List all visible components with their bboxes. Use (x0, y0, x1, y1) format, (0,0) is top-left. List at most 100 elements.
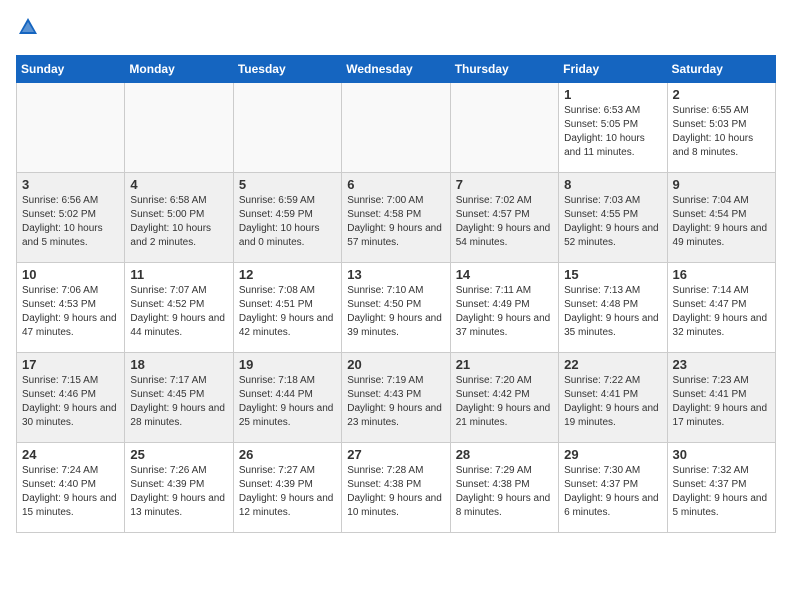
day-info: Sunrise: 7:19 AM Sunset: 4:43 PM Dayligh… (347, 374, 444, 430)
day-number: 28 (456, 447, 553, 462)
day-cell: 3 Sunrise: 6:56 AM Sunset: 5:02 PM Daylig… (17, 172, 125, 262)
day-cell (233, 82, 341, 172)
weekday-header: Thursday (450, 55, 558, 82)
day-info: Sunrise: 7:18 AM Sunset: 4:44 PM Dayligh… (239, 374, 336, 430)
day-number: 13 (347, 267, 444, 282)
day-info: Sunrise: 7:10 AM Sunset: 4:50 PM Dayligh… (347, 284, 444, 340)
day-info: Sunrise: 6:59 AM Sunset: 4:59 PM Dayligh… (239, 194, 336, 250)
day-info: Sunrise: 6:58 AM Sunset: 5:00 PM Dayligh… (130, 194, 227, 250)
day-cell: 6Sunrise: 7:00 AM Sunset: 4:58 PM Daylig… (342, 172, 450, 262)
day-info: Sunrise: 7:23 AM Sunset: 4:41 PM Dayligh… (673, 374, 770, 430)
day-cell: 11 Sunrise: 7:07 AM Sunset: 4:52 PM Dayli… (125, 262, 233, 352)
day-cell: 7 Sunrise: 7:02 AM Sunset: 4:57 PM Daylig… (450, 172, 558, 262)
day-cell: 21Sunrise: 7:20 AM Sunset: 4:42 PM Dayli… (450, 352, 558, 442)
day-cell: 20 Sunrise: 7:19 AM Sunset: 4:43 PM Dayli… (342, 352, 450, 442)
day-info: Sunrise: 7:17 AM Sunset: 4:45 PM Dayligh… (130, 374, 227, 430)
day-number: 27 (347, 447, 444, 462)
day-number: 26 (239, 447, 336, 462)
day-cell: 8Sunrise: 7:03 AM Sunset: 4:55 PM Daylig… (559, 172, 667, 262)
week-row: 1 Sunrise: 6:53 AM Sunset: 5:05 PM Daylig… (17, 82, 776, 172)
day-number: 3 (22, 177, 119, 192)
day-info: Sunrise: 7:26 AM Sunset: 4:39 PM Dayligh… (130, 464, 227, 520)
day-info: Sunrise: 7:07 AM Sunset: 4:52 PM Dayligh… (130, 284, 227, 340)
day-number: 20 (347, 357, 444, 372)
day-number: 7 (456, 177, 553, 192)
day-info: Sunrise: 7:15 AM Sunset: 4:46 PM Dayligh… (22, 374, 119, 430)
day-cell (17, 82, 125, 172)
day-number: 11 (130, 267, 227, 282)
day-number: 19 (239, 357, 336, 372)
day-cell: 28 Sunrise: 7:29 AM Sunset: 4:38 PM Dayli… (450, 442, 558, 532)
day-cell: 24Sunrise: 7:24 AM Sunset: 4:40 PM Dayli… (17, 442, 125, 532)
day-info: Sunrise: 7:13 AM Sunset: 4:48 PM Dayligh… (564, 284, 661, 340)
week-row: 24Sunrise: 7:24 AM Sunset: 4:40 PM Dayli… (17, 442, 776, 532)
week-row: 3 Sunrise: 6:56 AM Sunset: 5:02 PM Daylig… (17, 172, 776, 262)
day-cell: 5 Sunrise: 6:59 AM Sunset: 4:59 PM Daylig… (233, 172, 341, 262)
week-row: 10 Sunrise: 7:06 AM Sunset: 4:53 PM Dayli… (17, 262, 776, 352)
day-info: Sunrise: 6:53 AM Sunset: 5:05 PM Dayligh… (564, 104, 661, 160)
day-cell: 18 Sunrise: 7:17 AM Sunset: 4:45 PM Dayli… (125, 352, 233, 442)
day-info: Sunrise: 7:24 AM Sunset: 4:40 PM Dayligh… (22, 464, 119, 520)
day-info: Sunrise: 7:14 AM Sunset: 4:47 PM Dayligh… (673, 284, 770, 340)
day-cell: 15Sunrise: 7:13 AM Sunset: 4:48 PM Dayli… (559, 262, 667, 352)
day-number: 8 (564, 177, 661, 192)
day-cell: 23 Sunrise: 7:23 AM Sunset: 4:41 PM Dayli… (667, 352, 775, 442)
day-cell: 1 Sunrise: 6:53 AM Sunset: 5:05 PM Daylig… (559, 82, 667, 172)
day-number: 23 (673, 357, 770, 372)
day-info: Sunrise: 7:32 AM Sunset: 4:37 PM Dayligh… (673, 464, 770, 520)
day-info: Sunrise: 7:06 AM Sunset: 4:53 PM Dayligh… (22, 284, 119, 340)
day-info: Sunrise: 7:08 AM Sunset: 4:51 PM Dayligh… (239, 284, 336, 340)
weekday-header: Sunday (17, 55, 125, 82)
day-cell: 13 Sunrise: 7:10 AM Sunset: 4:50 PM Dayli… (342, 262, 450, 352)
day-cell (450, 82, 558, 172)
day-info: Sunrise: 7:29 AM Sunset: 4:38 PM Dayligh… (456, 464, 553, 520)
day-cell (342, 82, 450, 172)
logo (16, 16, 40, 43)
day-number: 18 (130, 357, 227, 372)
day-cell: 17 Sunrise: 7:15 AM Sunset: 4:46 PM Dayli… (17, 352, 125, 442)
day-number: 29 (564, 447, 661, 462)
day-info: Sunrise: 7:04 AM Sunset: 4:54 PM Dayligh… (673, 194, 770, 250)
weekday-header: Wednesday (342, 55, 450, 82)
day-number: 22 (564, 357, 661, 372)
day-cell: 27 Sunrise: 7:28 AM Sunset: 4:38 PM Dayli… (342, 442, 450, 532)
day-cell: 2Sunrise: 6:55 AM Sunset: 5:03 PM Daylig… (667, 82, 775, 172)
calendar-table: SundayMondayTuesdayWednesdayThursdayFrid… (16, 55, 776, 533)
day-cell: 10 Sunrise: 7:06 AM Sunset: 4:53 PM Dayli… (17, 262, 125, 352)
day-cell: 29Sunrise: 7:30 AM Sunset: 4:37 PM Dayli… (559, 442, 667, 532)
day-number: 14 (456, 267, 553, 282)
day-cell: 26 Sunrise: 7:27 AM Sunset: 4:39 PM Dayli… (233, 442, 341, 532)
day-info: Sunrise: 7:02 AM Sunset: 4:57 PM Dayligh… (456, 194, 553, 250)
day-number: 30 (673, 447, 770, 462)
day-cell (125, 82, 233, 172)
header (16, 16, 776, 43)
day-number: 2 (673, 87, 770, 102)
logo-icon (17, 16, 39, 38)
weekday-header: Saturday (667, 55, 775, 82)
day-cell: 22Sunrise: 7:22 AM Sunset: 4:41 PM Dayli… (559, 352, 667, 442)
weekday-header: Monday (125, 55, 233, 82)
day-info: Sunrise: 6:56 AM Sunset: 5:02 PM Dayligh… (22, 194, 119, 250)
week-row: 17 Sunrise: 7:15 AM Sunset: 4:46 PM Dayli… (17, 352, 776, 442)
day-number: 9 (673, 177, 770, 192)
day-info: Sunrise: 7:27 AM Sunset: 4:39 PM Dayligh… (239, 464, 336, 520)
day-number: 4 (130, 177, 227, 192)
day-number: 25 (130, 447, 227, 462)
day-info: Sunrise: 7:11 AM Sunset: 4:49 PM Dayligh… (456, 284, 553, 340)
day-cell: 14 Sunrise: 7:11 AM Sunset: 4:49 PM Dayli… (450, 262, 558, 352)
weekday-header: Friday (559, 55, 667, 82)
day-number: 16 (673, 267, 770, 282)
day-number: 17 (22, 357, 119, 372)
day-number: 1 (564, 87, 661, 102)
day-number: 6 (347, 177, 444, 192)
day-info: Sunrise: 7:20 AM Sunset: 4:42 PM Dayligh… (456, 374, 553, 430)
day-cell: 25 Sunrise: 7:26 AM Sunset: 4:39 PM Dayli… (125, 442, 233, 532)
day-number: 5 (239, 177, 336, 192)
weekday-header-row: SundayMondayTuesdayWednesdayThursdayFrid… (17, 55, 776, 82)
day-cell: 9 Sunrise: 7:04 AM Sunset: 4:54 PM Daylig… (667, 172, 775, 262)
weekday-header: Tuesday (233, 55, 341, 82)
day-number: 12 (239, 267, 336, 282)
day-number: 10 (22, 267, 119, 282)
day-info: Sunrise: 7:28 AM Sunset: 4:38 PM Dayligh… (347, 464, 444, 520)
day-cell: 16 Sunrise: 7:14 AM Sunset: 4:47 PM Dayli… (667, 262, 775, 352)
